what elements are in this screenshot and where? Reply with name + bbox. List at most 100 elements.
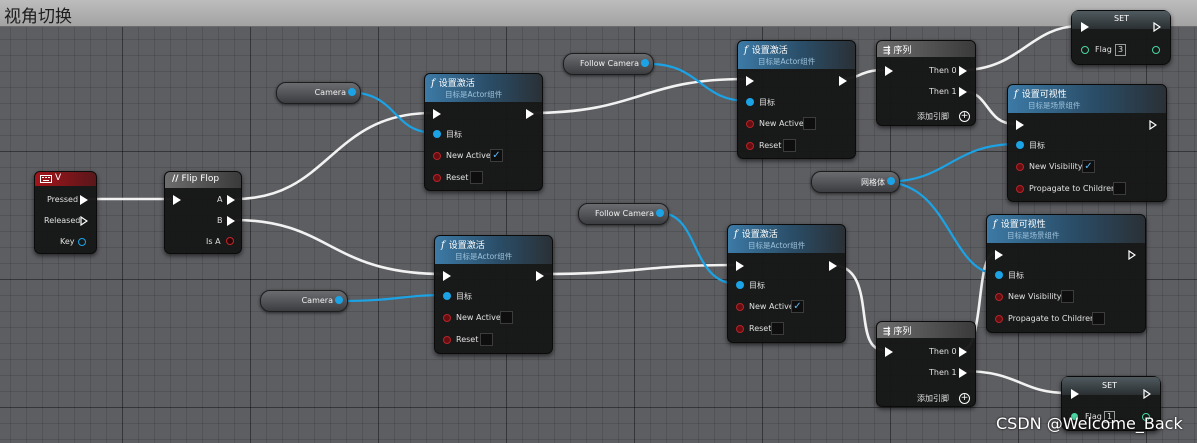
then1-exec-pin[interactable] xyxy=(959,87,967,97)
function-icon: f xyxy=(744,45,748,56)
camera-output-pin[interactable] xyxy=(335,296,343,304)
new-active-checkbox[interactable] xyxy=(500,311,513,324)
add-pin-plus-icon[interactable]: + xyxy=(959,111,970,122)
exec-out-pin[interactable] xyxy=(839,76,847,86)
reset-pin[interactable] xyxy=(746,142,754,150)
function-header: f 设置激活 目标是Actor组件 xyxy=(425,74,542,102)
set-active-node-4[interactable]: f 设置激活 目标是Actor组件 目标 New Active ✓ Reset xyxy=(727,224,846,343)
reset-checkbox[interactable] xyxy=(783,139,796,152)
exec-out-pin[interactable] xyxy=(829,261,837,271)
exec-in-pin[interactable] xyxy=(1016,120,1024,130)
new-active-pin[interactable] xyxy=(746,120,754,128)
reset-checkbox[interactable] xyxy=(470,171,483,184)
new-visibility-pin[interactable] xyxy=(1016,163,1024,171)
flag-value-input[interactable]: 3 xyxy=(1115,44,1126,56)
target-pin[interactable] xyxy=(433,130,441,138)
exec-in-pin[interactable] xyxy=(1081,22,1089,32)
exec-out-pin[interactable] xyxy=(1143,389,1151,399)
camera-variable-label: Camera xyxy=(301,296,333,305)
camera-variable-bottom[interactable]: Camera xyxy=(260,290,348,312)
target-pin[interactable] xyxy=(995,271,1003,279)
then0-exec-pin[interactable] xyxy=(959,66,967,76)
exec-out-pin[interactable] xyxy=(1128,250,1136,260)
set-active-node-2[interactable]: f 设置激活 目标是Actor组件 目标 New Active Reset xyxy=(434,235,553,354)
exec-in-pin[interactable] xyxy=(1071,389,1079,399)
propagate-pin[interactable] xyxy=(995,315,1003,323)
key-pin[interactable] xyxy=(78,238,86,246)
target-pin[interactable] xyxy=(1016,141,1024,149)
b-exec-pin[interactable] xyxy=(227,216,235,226)
exec-in-pin[interactable] xyxy=(746,76,754,86)
set-active-node-3[interactable]: f 设置激活 目标是Actor组件 目标 New Active Reset xyxy=(737,40,856,159)
set-flag-node-1[interactable]: SET Flag 3 xyxy=(1071,10,1171,65)
released-exec-pin[interactable] xyxy=(80,216,88,226)
target-label: 目标 xyxy=(1008,271,1024,280)
exec-in-pin[interactable] xyxy=(443,271,451,281)
camera-output-pin[interactable] xyxy=(348,88,356,96)
function-header: f 设置可视性 目标是场景组件 xyxy=(1008,85,1166,113)
exec-in-pin[interactable] xyxy=(995,250,1003,260)
mesh-output-pin[interactable] xyxy=(887,177,895,185)
event-v-node[interactable]: V Pressed Released Key xyxy=(34,171,97,254)
exec-out-pin[interactable] xyxy=(526,109,534,119)
flip-flop-node[interactable]: // Flip Flop A B Is A xyxy=(164,171,242,254)
exec-out-pin[interactable] xyxy=(1153,22,1161,32)
reset-pin[interactable] xyxy=(433,174,441,182)
new-active-pin[interactable] xyxy=(736,303,744,311)
camera-variable-top[interactable]: Camera xyxy=(276,82,361,104)
flag-output-pin[interactable] xyxy=(1152,46,1160,54)
pressed-exec-pin[interactable] xyxy=(80,195,88,205)
reset-checkbox[interactable] xyxy=(480,333,493,346)
flipflop-exec-in[interactable] xyxy=(173,195,181,205)
function-title: 设置激活 xyxy=(751,46,788,56)
reset-pin[interactable] xyxy=(736,325,744,333)
new-active-pin[interactable] xyxy=(443,314,451,322)
exec-in-pin[interactable] xyxy=(885,347,893,357)
function-header: f 设置可视性 目标是场景组件 xyxy=(987,215,1145,243)
set-active-node-1[interactable]: f 设置激活 目标是Actor组件 目标 New Active ✓ Reset xyxy=(424,73,543,191)
event-title: V xyxy=(55,173,62,183)
new-active-checkbox[interactable]: ✓ xyxy=(490,149,503,162)
new-active-label: New Active xyxy=(456,313,501,322)
graph-title-bar: 视角切换 xyxy=(0,0,1197,27)
exec-in-pin[interactable] xyxy=(736,261,744,271)
then0-exec-pin[interactable] xyxy=(959,347,967,357)
mesh-variable[interactable]: 网格体 xyxy=(811,171,900,193)
sequence-node-2[interactable]: ⇶ 序列 Then 0 Then 1 添加引脚 + xyxy=(876,321,976,407)
follow-camera-output-pin[interactable] xyxy=(656,209,664,217)
new-active-checkbox[interactable] xyxy=(803,117,816,130)
target-pin[interactable] xyxy=(736,281,744,289)
target-pin[interactable] xyxy=(443,292,451,300)
mesh-variable-label: 网格体 xyxy=(861,178,885,187)
follow-camera-variable-top[interactable]: Follow Camera xyxy=(563,53,654,75)
exec-in-pin[interactable] xyxy=(885,66,893,76)
new-visibility-checkbox[interactable] xyxy=(1061,290,1074,303)
new-visibility-checkbox[interactable]: ✓ xyxy=(1082,160,1095,173)
target-label: 目标 xyxy=(1029,141,1045,150)
follow-camera-output-pin[interactable] xyxy=(641,59,649,67)
sequence-node-1[interactable]: ⇶ 序列 Then 0 Then 1 添加引脚 + xyxy=(876,40,976,126)
new-active-pin[interactable] xyxy=(433,152,441,160)
follow-camera-variable-bottom[interactable]: Follow Camera xyxy=(578,203,669,225)
reset-label: Reset xyxy=(446,173,469,182)
propagate-pin[interactable] xyxy=(1016,185,1024,193)
target-pin[interactable] xyxy=(746,98,754,106)
exec-out-pin[interactable] xyxy=(536,271,544,281)
reset-pin[interactable] xyxy=(443,336,451,344)
new-active-checkbox[interactable]: ✓ xyxy=(791,300,804,313)
flipflop-icon: // xyxy=(172,174,179,184)
then1-exec-pin[interactable] xyxy=(959,368,967,378)
add-pin-plus-icon[interactable]: + xyxy=(959,393,970,404)
new-visibility-pin[interactable] xyxy=(995,293,1003,301)
flag-input-pin[interactable] xyxy=(1081,46,1089,54)
reset-label: Reset xyxy=(456,335,479,344)
exec-out-pin[interactable] xyxy=(1149,120,1157,130)
is-a-pin[interactable] xyxy=(226,237,234,245)
a-exec-pin[interactable] xyxy=(227,195,235,205)
reset-checkbox[interactable] xyxy=(771,322,784,335)
exec-in-pin[interactable] xyxy=(433,109,441,119)
propagate-checkbox[interactable] xyxy=(1092,312,1105,325)
set-visibility-node-2[interactable]: f 设置可视性 目标是场景组件 目标 New Visibility Propaga… xyxy=(986,214,1146,333)
set-visibility-node-1[interactable]: f 设置可视性 目标是场景组件 目标 New Visibility ✓ Propa… xyxy=(1007,84,1167,202)
propagate-checkbox[interactable] xyxy=(1113,182,1126,195)
